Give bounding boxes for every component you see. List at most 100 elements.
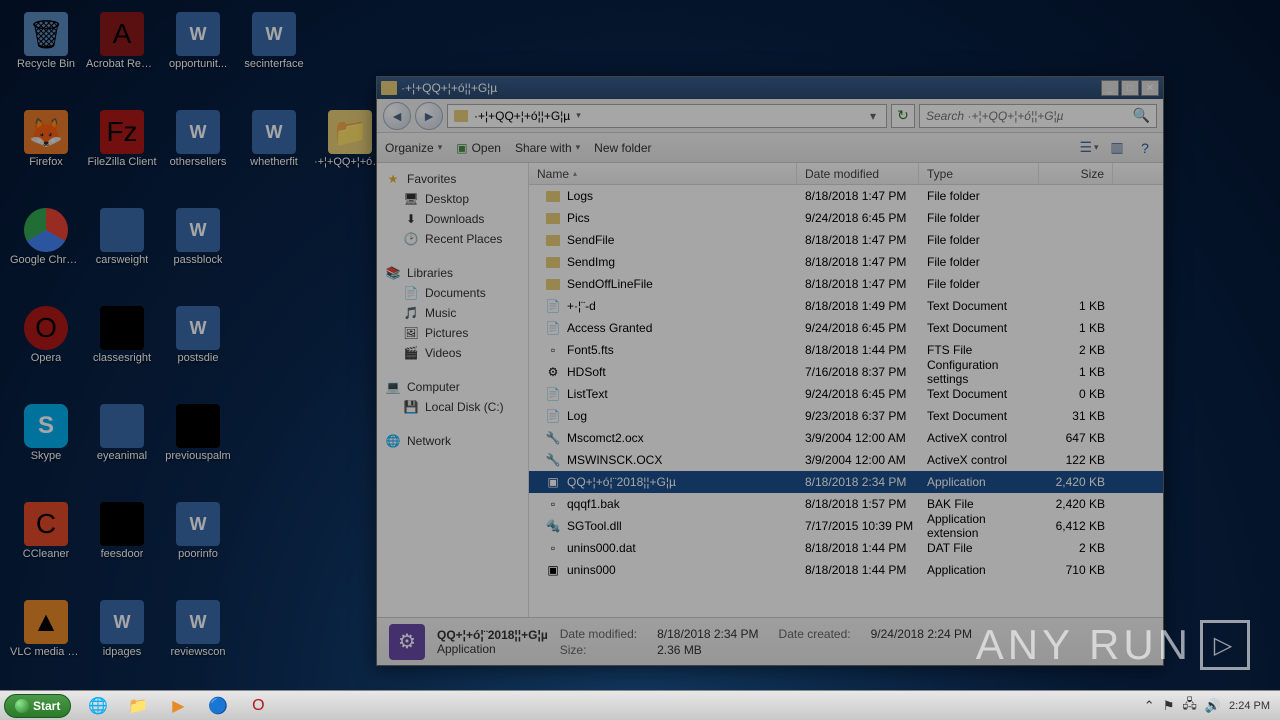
desktop-icon[interactable]: Wwhetherfit: [236, 106, 312, 198]
preview-button[interactable]: ▥: [1107, 138, 1127, 158]
desktop-icon[interactable]: Wopportunit...: [160, 8, 236, 100]
file-row[interactable]: SendImg 8/18/2018 1:47 PM File folder: [529, 251, 1163, 273]
sidebar-item-desktop[interactable]: 🖥Desktop: [381, 189, 524, 209]
taskbar-ie[interactable]: 🌐: [79, 694, 117, 718]
icon-label: whetherfit: [250, 156, 298, 168]
file-list[interactable]: Logs 8/18/2018 1:47 PM File folder Pics …: [529, 185, 1163, 617]
network-tray-icon[interactable]: 🖧: [1182, 695, 1197, 717]
column-name[interactable]: Name▴: [529, 163, 797, 184]
sidebar-item-downloads[interactable]: ⬇Downloads: [381, 209, 524, 229]
desktop-icon[interactable]: 🗑Recycle Bin: [8, 8, 84, 100]
file-row[interactable]: ▫qqqf1.bak 8/18/2018 1:57 PM BAK File 2,…: [529, 493, 1163, 515]
help-button[interactable]: ?: [1135, 138, 1155, 158]
file-row[interactable]: 🔧Mscomct2.ocx 3/9/2004 12:00 AM ActiveX …: [529, 427, 1163, 449]
network-header[interactable]: 🌐Network: [381, 431, 524, 451]
search-icon[interactable]: 🔍: [1133, 107, 1150, 124]
start-button[interactable]: Start: [4, 694, 71, 718]
desktop-icon[interactable]: classesright: [84, 302, 160, 394]
desktop-icon[interactable]: FzFileZilla Client: [84, 106, 160, 198]
close-button[interactable]: ✕: [1141, 80, 1159, 96]
file-row[interactable]: 📄+·¦¨-d 8/18/2018 1:49 PM Text Document …: [529, 295, 1163, 317]
column-type[interactable]: Type: [919, 163, 1039, 184]
taskbar-chrome[interactable]: 🔵: [199, 694, 237, 718]
taskbar-explorer[interactable]: 📁: [119, 694, 157, 718]
forward-button[interactable]: ►: [415, 102, 443, 130]
file-row[interactable]: 🔩SGTool.dll 7/17/2015 10:39 PM Applicati…: [529, 515, 1163, 537]
tray-expand-icon[interactable]: ⌃: [1144, 698, 1155, 714]
desktop-icon[interactable]: SSkype: [8, 400, 84, 492]
file-row[interactable]: Pics 9/24/2018 6:45 PM File folder: [529, 207, 1163, 229]
desktop-icon[interactable]: ▲VLC media player: [8, 596, 84, 688]
newfolder-button[interactable]: New folder: [594, 141, 651, 155]
taskbar-vlc[interactable]: ▶: [159, 694, 197, 718]
desktop-icon[interactable]: Widpages: [84, 596, 160, 688]
desktop-icon[interactable]: Wothersellers: [160, 106, 236, 198]
search-input[interactable]: [926, 109, 1133, 123]
minimize-button[interactable]: _: [1101, 80, 1119, 96]
open-button[interactable]: ▣Open: [456, 141, 501, 155]
desktop-icon[interactable]: feesdoor: [84, 498, 160, 590]
app-icon: 🦊: [24, 110, 68, 154]
file-row[interactable]: Logs 8/18/2018 1:47 PM File folder: [529, 185, 1163, 207]
address-dropdown[interactable]: ▾: [866, 109, 880, 123]
desktop-icon[interactable]: Wreviewscon: [160, 596, 236, 688]
icon-label: Recycle Bin: [17, 58, 75, 70]
app-icon: [24, 208, 68, 252]
desktop-icon[interactable]: Wpassblock: [160, 204, 236, 296]
file-row[interactable]: ▫Font5.fts 8/18/2018 1:44 PM FTS File 2 …: [529, 339, 1163, 361]
maximize-button[interactable]: □: [1121, 80, 1139, 96]
share-button[interactable]: Share with▾: [515, 141, 580, 155]
desktop-icon[interactable]: Wsecinterface: [236, 8, 312, 100]
file-row[interactable]: SendFile 8/18/2018 1:47 PM File folder: [529, 229, 1163, 251]
desktop-icon[interactable]: eyeanimal: [84, 400, 160, 492]
refresh-button[interactable]: ↻: [891, 104, 915, 128]
favorites-header[interactable]: ★Favorites: [381, 169, 524, 189]
sidebar-item-localdisk[interactable]: 💾Local Disk (C:): [381, 397, 524, 417]
sidebar-item-recent[interactable]: 🕑Recent Places: [381, 229, 524, 249]
file-row[interactable]: ▣unins000 8/18/2018 1:44 PM Application …: [529, 559, 1163, 581]
desktop-icon[interactable]: 🦊Firefox: [8, 106, 84, 198]
libraries-header[interactable]: 📚Libraries: [381, 263, 524, 283]
ocx-icon: 🔧: [545, 430, 561, 446]
file-row[interactable]: 📄Log 9/23/2018 6:37 PM Text Document 31 …: [529, 405, 1163, 427]
volume-icon[interactable]: 🔊: [1205, 698, 1221, 714]
file-row[interactable]: 📄Access Granted 9/24/2018 6:45 PM Text D…: [529, 317, 1163, 339]
file-date: 9/24/2018 6:45 PM: [797, 211, 919, 225]
file-row[interactable]: 🔧MSWINSCK.OCX 3/9/2004 12:00 AM ActiveX …: [529, 449, 1163, 471]
file-row[interactable]: ▣QQ+¦+ó¦¨2018¦¦+G¦µ 8/18/2018 2:34 PM Ap…: [529, 471, 1163, 493]
view-button[interactable]: ☰▾: [1079, 138, 1099, 158]
app-icon: W: [252, 12, 296, 56]
icon-label: othersellers: [170, 156, 227, 168]
taskbar-opera[interactable]: O: [239, 694, 277, 718]
sidebar-item-music[interactable]: 🎵Music: [381, 303, 524, 323]
file-size: 1 KB: [1039, 365, 1113, 379]
sidebar-item-videos[interactable]: 🎬Videos: [381, 343, 524, 363]
desktop-icon[interactable]: Wpostsdie: [160, 302, 236, 394]
search-field[interactable]: 🔍: [919, 104, 1157, 128]
sidebar-item-documents[interactable]: 📄Documents: [381, 283, 524, 303]
taskbar-clock[interactable]: 2:24 PM: [1229, 700, 1270, 712]
computer-header[interactable]: 💻Computer: [381, 377, 524, 397]
address-field[interactable]: ·+¦+QQ+¦+ó¦¦+G¦µ ▾ ▾: [447, 104, 887, 128]
sidebar-item-pictures[interactable]: 🖼Pictures: [381, 323, 524, 343]
file-row[interactable]: ⚙HDSoft 7/16/2018 8:37 PM Configuration …: [529, 361, 1163, 383]
pictures-icon: 🖼: [403, 325, 419, 341]
desktop-icon[interactable]: AAcrobat Reader DC: [84, 8, 160, 100]
file-row[interactable]: SendOffLineFile 8/18/2018 1:47 PM File f…: [529, 273, 1163, 295]
file-row[interactable]: ▫unins000.dat 8/18/2018 1:44 PM DAT File…: [529, 537, 1163, 559]
column-date[interactable]: Date modified: [797, 163, 919, 184]
desktop-icon[interactable]: OOpera: [8, 302, 84, 394]
file-type: File folder: [919, 189, 1039, 203]
desktop-icon[interactable]: carsweight: [84, 204, 160, 296]
column-size[interactable]: Size: [1039, 163, 1113, 184]
desktop-icon[interactable]: Google Chrome: [8, 204, 84, 296]
desktop-icon[interactable]: previouspalm: [160, 400, 236, 492]
titlebar[interactable]: ·+¦+QQ+¦+ó¦¦+G¦µ _ □ ✕: [377, 77, 1163, 99]
back-button[interactable]: ◄: [383, 102, 411, 130]
file-row[interactable]: 📄ListText 9/24/2018 6:45 PM Text Documen…: [529, 383, 1163, 405]
organize-button[interactable]: Organize▾: [385, 141, 442, 155]
desktop-icon[interactable]: CCCleaner: [8, 498, 84, 590]
flag-icon[interactable]: ⚑: [1163, 698, 1175, 714]
details-filename: QQ+¦+ó¦¨2018¦¦+G¦µ: [437, 628, 548, 642]
desktop-icon[interactable]: Wpoorinfo: [160, 498, 236, 590]
